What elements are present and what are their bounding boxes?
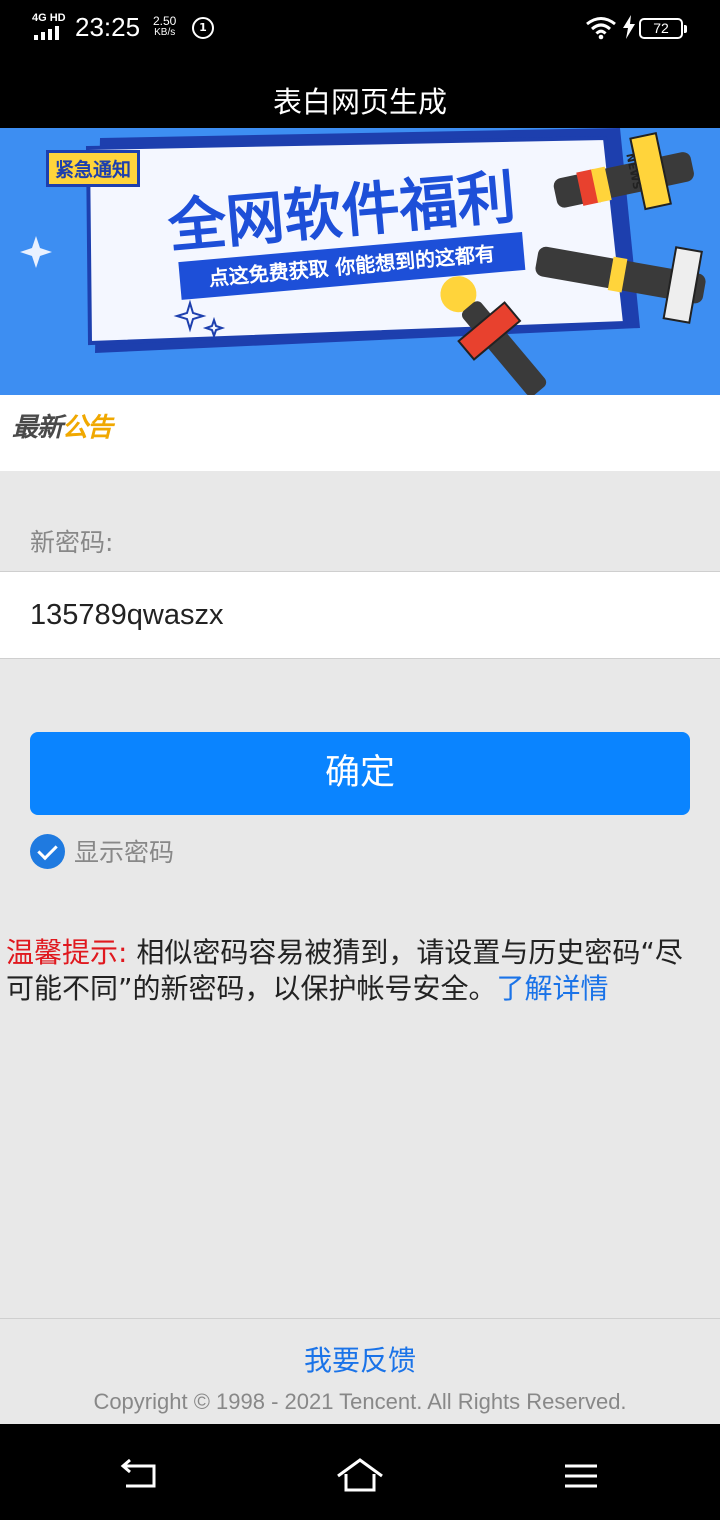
clock: 23:25: [75, 12, 141, 42]
new-password-label: 新密码:: [30, 528, 114, 557]
back-icon[interactable]: [116, 1456, 164, 1496]
wifi-icon: [586, 17, 616, 40]
confirm-button[interactable]: 确定: [30, 732, 690, 815]
notice-logo-part1: 最新: [12, 413, 63, 443]
tip-label: 温馨提示:: [6, 936, 128, 969]
new-password-input[interactable]: [0, 572, 720, 658]
menu-icon[interactable]: [557, 1456, 605, 1496]
speed-value: 2.50: [153, 14, 177, 28]
learn-more-link[interactable]: 了解详情: [497, 972, 609, 1005]
status-bar: 4G HD 23:25 2.50 KB/s 1 72: [0, 0, 720, 58]
page-title: 表白网页生成: [0, 58, 720, 128]
battery-icon: 72: [639, 18, 687, 39]
notice-bar[interactable]: 最新公告: [0, 395, 720, 471]
show-password-label: 显示密码: [74, 838, 175, 867]
password-form: 新密码: 确定 显示密码 温馨提示: 相似密码容易被猜到，请设置与历史密码“尽可…: [0, 471, 720, 1318]
system-nav-bar: [0, 1436, 720, 1520]
promo-banner[interactable]: 紧急通知 全网软件福利 点这免费获取 你能想到的这都有 NEWS: [0, 128, 720, 395]
copyright-text: Copyright © 1998 - 2021 Tencent. All Rig…: [93, 1389, 627, 1414]
network-speed: 2.50 KB/s: [153, 15, 176, 39]
notice-logo-part2: 公告: [62, 413, 113, 443]
show-password-toggle[interactable]: 显示密码: [30, 833, 174, 869]
speed-unit: KB/s: [154, 27, 176, 38]
banner-tag: 紧急通知: [46, 150, 141, 187]
home-icon[interactable]: [336, 1456, 384, 1496]
charging-icon: [623, 15, 635, 39]
notification-badge-icon: 1: [192, 17, 214, 39]
footer: 我要反馈 Copyright © 1998 - 2021 Tencent. Al…: [0, 1318, 720, 1424]
notice-logo: 最新公告: [12, 407, 113, 444]
feedback-link[interactable]: 我要反馈: [0, 1339, 720, 1379]
signal-icon: [34, 26, 64, 40]
password-tip: 温馨提示: 相似密码容易被猜到，请设置与历史密码“尽可能不同”的新密码，以保护帐…: [6, 935, 708, 1007]
checkbox-checked-icon[interactable]: [30, 833, 65, 869]
new-password-field[interactable]: [0, 571, 720, 659]
network-type: 4G HD: [32, 12, 66, 24]
